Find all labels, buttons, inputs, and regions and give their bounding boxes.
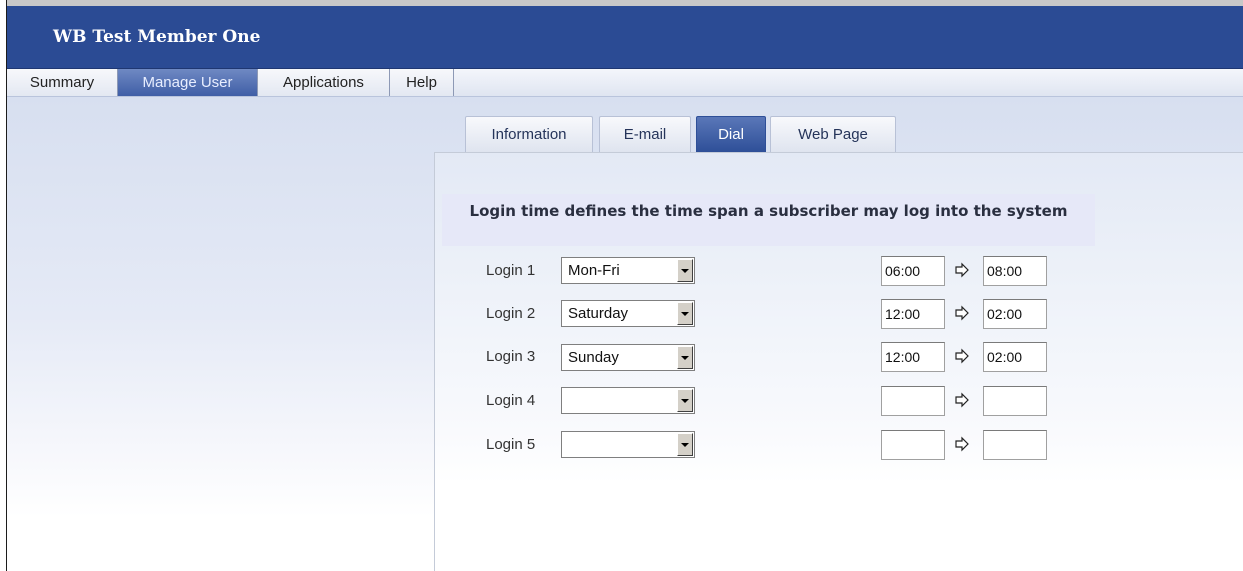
login-2-end-input[interactable]: 02:00 (983, 299, 1047, 329)
login-4-day-select[interactable] (561, 387, 695, 414)
login-3-day-value: Sunday (568, 349, 619, 366)
login-2-day-value: Saturday (568, 305, 629, 322)
login-3-end-input[interactable]: 02:00 (983, 342, 1047, 372)
main-nav: Summary Manage User Applications Help (7, 69, 1243, 97)
chevron-down-icon[interactable] (677, 389, 693, 412)
login-5-start-input[interactable] (881, 430, 945, 460)
login-1-day-value: Mon-Fri (568, 262, 620, 279)
login-4-end-input[interactable] (983, 386, 1047, 416)
right-arrow-icon (955, 262, 969, 278)
login-1-day-select[interactable]: Mon-Fri (561, 257, 695, 284)
right-arrow-icon (955, 436, 969, 452)
login-3-label: Login 3 (486, 348, 536, 365)
login-4-start-input[interactable] (881, 386, 945, 416)
login-time-description: Login time defines the time span a subsc… (442, 194, 1095, 246)
chevron-down-icon[interactable] (677, 433, 693, 456)
nav-summary[interactable]: Summary (7, 69, 118, 96)
description-text: Login time defines the time span a subsc… (469, 202, 1068, 220)
login-2-day-select[interactable]: Saturday (561, 300, 695, 327)
login-3-start-input[interactable]: 12:00 (881, 342, 945, 372)
right-arrow-icon (955, 348, 969, 364)
tab-web-page[interactable]: Web Page (770, 116, 896, 152)
tab-dial[interactable]: Dial (696, 116, 766, 152)
right-arrow-icon (955, 305, 969, 321)
login-5-label: Login 5 (486, 436, 536, 453)
chevron-down-icon[interactable] (677, 302, 693, 325)
login-2-start-input[interactable]: 12:00 (881, 299, 945, 329)
login-5-end-input[interactable] (983, 430, 1047, 460)
login-1-end-input[interactable]: 08:00 (983, 256, 1047, 286)
chevron-down-icon[interactable] (677, 346, 693, 369)
tab-email[interactable]: E-mail (599, 116, 691, 152)
login-4-label: Login 4 (486, 392, 536, 409)
login-3-day-select[interactable]: Sunday (561, 344, 695, 371)
login-2-label: Login 2 (486, 305, 536, 322)
nav-manage-user[interactable]: Manage User (118, 69, 258, 96)
login-1-label: Login 1 (486, 262, 536, 279)
page-title: WB Test Member One (53, 27, 261, 47)
header-bar: WB Test Member One (7, 6, 1243, 69)
login-1-start-input[interactable]: 06:00 (881, 256, 945, 286)
nav-help[interactable]: Help (390, 69, 454, 96)
right-arrow-icon (955, 392, 969, 408)
nav-applications[interactable]: Applications (258, 69, 390, 96)
chevron-down-icon[interactable] (677, 259, 693, 282)
login-5-day-select[interactable] (561, 431, 695, 458)
tab-information[interactable]: Information (465, 116, 593, 152)
